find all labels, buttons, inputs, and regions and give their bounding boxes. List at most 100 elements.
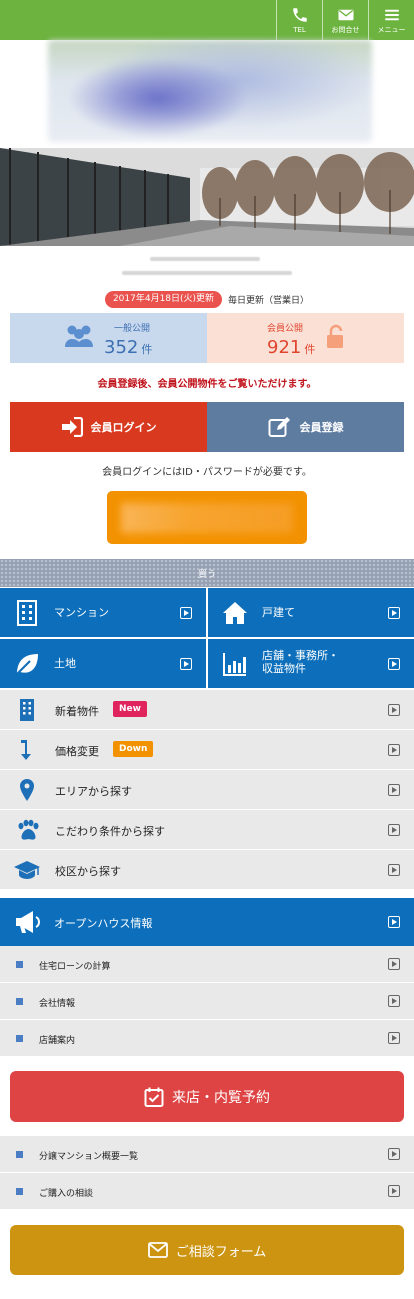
link-company-info[interactable]: 会社情報 bbox=[0, 983, 414, 1020]
update-date-badge: 2017年4月18日(火)更新 bbox=[104, 290, 223, 308]
bullet-icon bbox=[16, 998, 23, 1005]
link-label: 会社情報 bbox=[39, 999, 76, 1009]
tel-label: TEL bbox=[293, 26, 306, 34]
blurred-banner-content bbox=[121, 503, 293, 533]
play-icon bbox=[388, 704, 400, 716]
login-label: 会員ログイン bbox=[90, 421, 157, 434]
contact-button[interactable]: お問合せ bbox=[322, 0, 368, 40]
hero-image bbox=[0, 148, 414, 246]
megaphone-icon bbox=[16, 911, 41, 933]
update-row: 2017年4月18日(火)更新 毎日更新（営業日） bbox=[0, 290, 414, 308]
list-item-price-change[interactable]: 価格変更 Down bbox=[0, 730, 414, 770]
info-links: 住宅ローンの計算 会社情報 店舗案内 bbox=[0, 946, 414, 1057]
store-address-2 bbox=[0, 268, 414, 278]
openhouse-label: オープンハウス情報 bbox=[54, 917, 153, 930]
buy-section-title: 買う bbox=[197, 569, 216, 580]
envelope-icon bbox=[147, 1242, 168, 1258]
play-icon bbox=[388, 607, 400, 619]
tel-button[interactable]: TEL bbox=[276, 0, 322, 40]
member-listings[interactable]: 会員公開 921 件 bbox=[207, 313, 404, 363]
member-note: 会員登録後、会員公開物件をご覧いただけます。 bbox=[97, 379, 317, 390]
play-icon bbox=[388, 958, 400, 970]
category-label: 土地 bbox=[54, 657, 76, 670]
link-mansion-overview[interactable]: 分譲マンション概要一覧 bbox=[0, 1136, 414, 1173]
public-value: 352 件 bbox=[104, 338, 152, 360]
update-schedule: 毎日更新（営業日） bbox=[228, 295, 310, 306]
play-icon bbox=[388, 1032, 400, 1044]
link-label: 分譲マンション概要一覧 bbox=[39, 1152, 139, 1162]
leaf-icon bbox=[16, 654, 38, 675]
bar-chart-icon bbox=[223, 653, 246, 676]
member-register-button[interactable]: 会員登録 bbox=[207, 402, 404, 452]
member-login-button[interactable]: 会員ログイン bbox=[10, 402, 207, 452]
link-label: 住宅ローンの計算 bbox=[39, 962, 111, 972]
list-item-school-district[interactable]: 校区から探す bbox=[0, 850, 414, 890]
list-label: 新着物件 bbox=[55, 705, 99, 718]
header-buttons: TEL お問合せ メニュー bbox=[276, 0, 414, 40]
login-note: 会員ログインにはID・パスワードが必要です。 bbox=[102, 467, 312, 478]
category-label-line1: 店舗・事務所・ bbox=[262, 649, 339, 662]
building-icon bbox=[20, 699, 34, 721]
bullet-icon bbox=[16, 1035, 23, 1042]
register-label: 会員登録 bbox=[299, 421, 344, 434]
link-store-guide[interactable]: 店舗案内 bbox=[0, 1020, 414, 1057]
play-icon bbox=[388, 995, 400, 1007]
other-links: 分譲マンション概要一覧 ご購入の相談 bbox=[0, 1136, 414, 1210]
consultation-form-button[interactable]: ご相談フォーム bbox=[10, 1225, 404, 1275]
arrow-down-icon bbox=[21, 740, 31, 760]
play-icon bbox=[388, 864, 400, 876]
member-unit: 件 bbox=[304, 343, 316, 356]
house-icon bbox=[223, 602, 247, 624]
category-house[interactable]: 戸建て bbox=[208, 588, 414, 637]
bullet-icon bbox=[16, 1188, 23, 1195]
link-label: ご購入の相談 bbox=[39, 1189, 94, 1199]
hamburger-icon bbox=[384, 9, 399, 21]
down-badge: Down bbox=[113, 741, 154, 757]
list-label: 価格変更 bbox=[55, 745, 99, 758]
contact-label: お問合せ bbox=[331, 26, 360, 34]
mail-icon bbox=[338, 9, 353, 21]
auth-buttons: 会員ログイン 会員登録 bbox=[10, 402, 404, 452]
play-icon bbox=[180, 607, 192, 619]
phone-icon bbox=[292, 8, 307, 22]
list-item-conditions[interactable]: こだわり条件から探す bbox=[0, 810, 414, 850]
category-mansion[interactable]: マンション bbox=[0, 588, 206, 637]
menu-button[interactable]: メニュー bbox=[368, 0, 414, 40]
list-label: エリアから探す bbox=[55, 785, 132, 798]
category-label: 戸建て bbox=[262, 606, 295, 619]
category-label: マンション bbox=[54, 606, 109, 619]
list-label: 校区から探す bbox=[55, 865, 121, 878]
buy-section-header: 買う bbox=[0, 559, 414, 587]
category-commercial[interactable]: 店舗・事務所・ 収益物件 bbox=[208, 639, 414, 688]
link-label: 店舗案内 bbox=[39, 1036, 76, 1046]
visit-reservation-button[interactable]: 来店・内覧予約 bbox=[10, 1071, 404, 1122]
category-label: 店舗・事務所・ 収益物件 bbox=[262, 649, 339, 675]
play-icon bbox=[388, 658, 400, 670]
new-badge: New bbox=[113, 701, 147, 717]
login-icon bbox=[61, 417, 83, 437]
play-icon bbox=[388, 1185, 400, 1197]
hero-photo bbox=[0, 148, 414, 246]
consult-label: ご相談フォーム bbox=[175, 1244, 267, 1260]
paw-icon bbox=[18, 819, 39, 840]
member-label: 会員公開 bbox=[267, 324, 304, 334]
company-logo[interactable] bbox=[48, 40, 372, 142]
public-unit: 件 bbox=[141, 343, 153, 356]
openhouse-link[interactable]: オープンハウス情報 bbox=[0, 898, 414, 946]
list-item-area[interactable]: エリアから探す bbox=[0, 770, 414, 810]
graduation-cap-icon bbox=[14, 861, 40, 879]
list-label: こだわり条件から探す bbox=[55, 825, 165, 838]
public-listings[interactable]: 一般公開 352 件 bbox=[10, 313, 207, 363]
users-icon bbox=[65, 325, 93, 347]
store-address-1 bbox=[0, 254, 414, 264]
category-label-line2: 収益物件 bbox=[262, 662, 306, 675]
public-label: 一般公開 bbox=[114, 324, 151, 334]
category-land[interactable]: 土地 bbox=[0, 639, 206, 688]
reserve-label: 来店・内覧予約 bbox=[172, 1089, 270, 1106]
link-purchase-consultation[interactable]: ご購入の相談 bbox=[0, 1173, 414, 1210]
play-icon bbox=[180, 658, 192, 670]
link-loan-calculator[interactable]: 住宅ローンの計算 bbox=[0, 946, 414, 983]
promo-banner[interactable] bbox=[107, 491, 307, 544]
list-item-new[interactable]: 新着物件 New bbox=[0, 690, 414, 730]
play-icon bbox=[388, 784, 400, 796]
